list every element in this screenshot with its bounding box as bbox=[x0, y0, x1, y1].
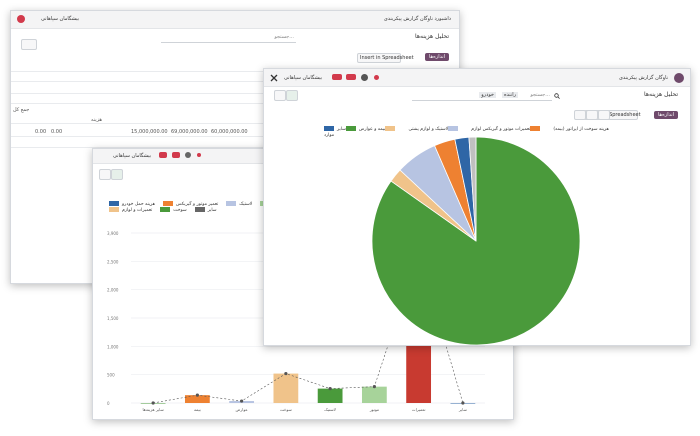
y-tick-label: 1,500 bbox=[107, 316, 119, 321]
pie-topbar: ناوگان گزارش پیکربندی بیشگامان سپاهانی bbox=[264, 69, 690, 87]
back-menu-item-2[interactable]: ناوگان bbox=[420, 16, 433, 22]
legend-swatch bbox=[345, 126, 356, 131]
y-tick-label: 1,000 bbox=[107, 344, 119, 349]
bar-legend-item[interactable]: سایر bbox=[194, 207, 217, 213]
legend-swatch bbox=[324, 126, 334, 131]
bar-chart-button[interactable] bbox=[111, 169, 123, 180]
bar-legend-label: لاستیک bbox=[239, 202, 253, 207]
status-icon bbox=[374, 75, 379, 80]
back-insert-button[interactable]: Insert in Spreadsheet bbox=[357, 53, 414, 63]
legend-swatch bbox=[163, 201, 173, 206]
pie-menu: ناوگان گزارش پیکربندی bbox=[619, 75, 668, 81]
trend-point[interactable] bbox=[195, 393, 199, 397]
back-search-input[interactable]: جستجو... bbox=[161, 33, 296, 43]
bar-list-button[interactable] bbox=[99, 169, 111, 180]
back-cell: 69,000,000.00 bbox=[171, 129, 208, 135]
status-icon bbox=[197, 153, 201, 157]
line-chart-type-button[interactable] bbox=[586, 110, 598, 120]
x-tick-label: موتور bbox=[369, 407, 379, 412]
back-measures-button[interactable]: اندازه‌ها bbox=[425, 53, 449, 61]
x-tick-label: سایر bbox=[458, 407, 468, 412]
pie-chart-type-button[interactable] bbox=[574, 110, 586, 120]
pie-window: ناوگان گزارش پیکربندی بیشگامان سپاهانی ت… bbox=[263, 68, 691, 346]
y-tick-label: 0 bbox=[107, 401, 110, 406]
trend-point[interactable] bbox=[461, 401, 465, 405]
x-tick-label: بیمه bbox=[194, 407, 201, 412]
back-menu-item-4[interactable]: پیکربندی bbox=[384, 16, 402, 22]
bar-chart-type-button[interactable] bbox=[598, 110, 610, 120]
trend-point[interactable] bbox=[328, 387, 332, 391]
bar-4[interactable] bbox=[317, 388, 343, 403]
back-page-title: تحلیل هزینه‌ها bbox=[415, 33, 449, 40]
legend-swatch bbox=[160, 207, 171, 212]
search-icon[interactable] bbox=[554, 93, 560, 99]
close-icon[interactable] bbox=[270, 74, 278, 82]
message-icon[interactable] bbox=[159, 152, 167, 158]
trend-point[interactable] bbox=[151, 401, 155, 405]
y-tick-label: 3,900 bbox=[107, 231, 119, 236]
pie-page-title: تحلیل هزینه‌ها bbox=[644, 91, 678, 98]
back-view-button[interactable] bbox=[21, 39, 37, 50]
pie-measures-button[interactable]: اندازه‌ها bbox=[654, 111, 678, 119]
x-tick-label: سایر هزینه‌ها bbox=[142, 407, 164, 412]
bar-legend-label: سوخت bbox=[173, 208, 187, 213]
back-cell: 15,000,000.00 bbox=[131, 129, 168, 135]
pie-search-input[interactable]: جستجو... راننده خودرو bbox=[412, 91, 552, 101]
back-topbar: داشبورد ناوگان گزارش پیکربندی بیشگامان س… bbox=[11, 11, 459, 29]
back-avatar-icon[interactable] bbox=[17, 15, 25, 23]
back-row-header: جمع کل bbox=[13, 107, 30, 113]
activity-icon[interactable] bbox=[172, 152, 180, 158]
x-tick-label: لاستیک bbox=[324, 407, 336, 412]
pie-graph-button[interactable] bbox=[286, 90, 298, 101]
legend-swatch bbox=[194, 207, 205, 212]
pie-chart bbox=[371, 136, 581, 345]
pie-menu-item-3[interactable]: پیکربندی bbox=[619, 75, 637, 81]
bar-5[interactable] bbox=[361, 386, 387, 403]
phone-icon[interactable] bbox=[361, 74, 368, 81]
bar-3[interactable] bbox=[273, 373, 299, 403]
back-menu-item-3[interactable]: گزارش bbox=[403, 16, 418, 22]
x-tick-label: سوخت bbox=[280, 407, 292, 412]
trend-point[interactable] bbox=[240, 399, 244, 403]
legend-swatch bbox=[109, 207, 119, 212]
y-tick-label: 2,000 bbox=[107, 288, 119, 293]
pie-menu-item-2[interactable]: گزارش bbox=[638, 75, 653, 81]
pie-search-placeholder: جستجو... bbox=[530, 92, 550, 98]
back-cell: 0.00 bbox=[51, 129, 63, 135]
legend-swatch bbox=[109, 201, 119, 206]
pie-menu-item-1[interactable]: ناوگان bbox=[655, 75, 668, 81]
back-menu-item-1[interactable]: داشبورد bbox=[434, 16, 451, 22]
back-search-placeholder: جستجو... bbox=[274, 34, 294, 40]
chat-icon[interactable] bbox=[332, 74, 342, 80]
filter-chip-vehicle[interactable]: خودرو bbox=[479, 92, 496, 98]
app-logo-icon[interactable] bbox=[674, 73, 684, 83]
notifications-icon[interactable] bbox=[346, 74, 356, 80]
filter-chip-driver[interactable]: راننده bbox=[502, 92, 518, 98]
x-tick-label: تعمیرات bbox=[412, 407, 426, 412]
pie-company[interactable]: بیشگامان سپاهانی bbox=[284, 75, 322, 81]
back-insert-label: Insert in Spreadsheet bbox=[360, 55, 414, 61]
bar-legend-item[interactable]: لاستیک bbox=[226, 201, 252, 207]
phone-icon[interactable] bbox=[185, 152, 191, 158]
legend-swatch bbox=[226, 201, 237, 206]
back-cell: 60,000,000.00 bbox=[211, 129, 248, 135]
y-tick-label: 500 bbox=[107, 373, 115, 378]
x-tick-label: عوارض bbox=[235, 407, 247, 412]
bar-legend-item[interactable]: تعمیرات و لوازم bbox=[109, 207, 152, 213]
back-menu: داشبورد ناوگان گزارش پیکربندی bbox=[384, 16, 451, 22]
back-cell: 0.00 bbox=[35, 129, 47, 135]
y-tick-label: 2,500 bbox=[107, 259, 119, 264]
trend-point[interactable] bbox=[372, 385, 376, 389]
pie-list-button[interactable] bbox=[274, 90, 286, 101]
back-company[interactable]: بیشگامان سپاهانی bbox=[41, 16, 79, 22]
bar-legend-item[interactable]: سوخت bbox=[160, 207, 187, 213]
trend-point[interactable] bbox=[284, 371, 288, 376]
bar-company[interactable]: بیشگامان سپاهانی bbox=[113, 153, 151, 159]
bar-legend-label: تعمیرات و لوازم bbox=[122, 208, 153, 213]
bar-legend-label: سایر bbox=[207, 208, 217, 213]
